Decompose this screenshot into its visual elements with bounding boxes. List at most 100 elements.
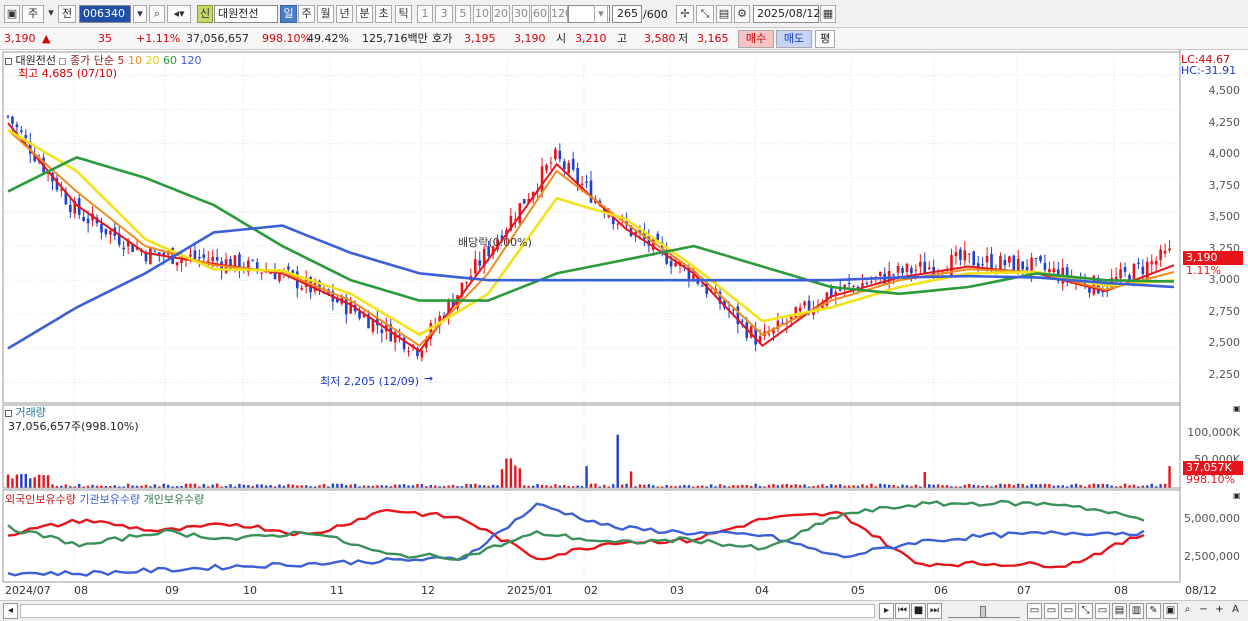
candle-body [1003, 259, 1007, 266]
volume-bar [78, 483, 81, 488]
volume-bar [1168, 466, 1171, 488]
volume-bar [260, 484, 263, 488]
market-select-main[interactable]: 주 [22, 5, 44, 23]
volume-bar [1008, 483, 1011, 488]
candle-body [847, 282, 851, 285]
trendline-tool-icon[interactable]: ⤡ [696, 5, 714, 23]
volume-bar [647, 484, 651, 488]
crosshair-icon[interactable]: ✢ [676, 5, 694, 23]
volume-bar [256, 484, 259, 488]
legend-foreign: 외국인보유수량 [5, 493, 76, 506]
interval-tab-4[interactable]: 20 [492, 5, 510, 23]
interval-tab-1[interactable]: 3 [435, 5, 453, 23]
interval-tab-7[interactable]: 120 [550, 5, 572, 23]
candle-body [149, 247, 152, 265]
candle-body [153, 251, 157, 253]
jump-last-icon[interactable]: ⏭ [927, 603, 942, 619]
volume-bar [794, 484, 797, 488]
period-tab-3[interactable]: 년 [336, 5, 353, 23]
copy-icon[interactable]: ▭ [1095, 603, 1110, 619]
volume-ratio: 998.10% [262, 32, 311, 45]
horizontal-scrollbar[interactable] [20, 604, 875, 618]
ask-price-1: 3,195 [464, 32, 496, 45]
indicator-icon[interactable]: ⤡ [1078, 603, 1093, 619]
calendar-icon[interactable]: ▦ [820, 5, 836, 23]
interval-tab-0[interactable]: 1 [417, 5, 433, 23]
layout-icon-2[interactable]: ▭ [1044, 603, 1059, 619]
search-icon[interactable]: ⌕ [149, 5, 165, 23]
interval-dropdown-icon[interactable]: ▾ [594, 5, 608, 23]
up-arrow-icon: ▲ [42, 32, 51, 45]
candle-body [260, 272, 263, 274]
candle-body [1021, 261, 1024, 270]
volume-bar [594, 483, 597, 488]
code-dropdown-icon[interactable]: ▾ [133, 5, 147, 23]
data-count-input[interactable]: 265 [612, 5, 642, 23]
layout-icon-3[interactable]: ▭ [1061, 603, 1076, 619]
chart-menu-icon[interactable]: ▣ [4, 5, 20, 23]
stop-icon[interactable]: ■ [911, 603, 926, 619]
jump-first-icon[interactable]: ⏮ [895, 603, 910, 619]
image-icon[interactable]: ▣ [1163, 603, 1178, 619]
period-tab-0[interactable]: 일 [280, 5, 297, 23]
interval-tab-6[interactable]: 60 [531, 5, 549, 23]
chart-area[interactable]: 대원전선 종가 단순 5 10 20 60 120 최고 4,685 (07/1… [0, 50, 1248, 600]
candle-body [522, 198, 526, 204]
volume-bar [785, 483, 789, 488]
zoom-in-icon[interactable]: + [1212, 603, 1227, 619]
candle-body [669, 261, 673, 267]
volume-bar [1048, 484, 1051, 488]
x-tick: 11 [330, 584, 344, 597]
interval-tab-3[interactable]: 10 [473, 5, 491, 23]
market-select-all[interactable]: 전 [58, 5, 76, 23]
speaker-icon[interactable]: ◂▾ [167, 5, 191, 23]
zoom-slider-handle[interactable] [980, 606, 986, 618]
period-tab-5[interactable]: 초 [375, 5, 392, 23]
period-tab-1[interactable]: 주 [298, 5, 315, 23]
font-size-icon[interactable]: A [1228, 603, 1243, 619]
scroll-left-icon[interactable]: ◂ [3, 603, 18, 619]
zoom-out-icon[interactable]: − [1196, 603, 1211, 619]
volume-bar [474, 483, 477, 488]
candle-body [287, 266, 290, 270]
stock-chart[interactable] [0, 50, 1248, 600]
trade-amount: 125,716백만 [362, 32, 428, 45]
period-tab-4[interactable]: 분 [356, 5, 373, 23]
stock-code-input[interactable]: 006340 [79, 5, 131, 23]
print-icon[interactable]: ▤ [1112, 603, 1127, 619]
zoom-slider[interactable] [948, 604, 1020, 618]
holding-tick-2-5m: 2,500,000 [1184, 550, 1240, 563]
low-annotation: 최저 2,205 (12/09) [320, 375, 420, 388]
price-tick: 2,750 [1208, 304, 1241, 318]
interval-tab-5[interactable]: 30 [512, 5, 530, 23]
candle-body [545, 164, 548, 171]
candle-body [109, 230, 112, 235]
candle-body [465, 281, 468, 283]
volume-bar [554, 484, 557, 488]
volume-bar [340, 483, 343, 488]
period-tab-2[interactable]: 월 [317, 5, 334, 23]
zoom-search-icon[interactable]: ⌕ [1180, 603, 1195, 619]
candle-body [1012, 255, 1016, 272]
sell-button[interactable]: 매도 [776, 30, 812, 48]
candle-body [193, 250, 197, 259]
save-icon[interactable]: ▤ [716, 5, 732, 23]
period-tab-6[interactable]: 틱 [395, 5, 412, 23]
evaluate-button[interactable]: 평 [815, 30, 835, 48]
candle-body [20, 130, 23, 133]
date-input[interactable]: 2025/08/12 [753, 5, 820, 23]
volume-bar [1017, 483, 1020, 488]
buy-button[interactable]: 매수 [738, 30, 774, 48]
draw-icon[interactable]: ✎ [1146, 603, 1161, 619]
scroll-right-icon[interactable]: ▸ [879, 603, 894, 619]
volume-panel-close-icon[interactable]: ▣ [1233, 404, 1241, 413]
settings-gear-icon[interactable]: ⚙ [734, 5, 750, 23]
volume-bar [1163, 483, 1167, 488]
layout-icon-1[interactable]: ▭ [1027, 603, 1042, 619]
volume-bar [393, 484, 397, 488]
interval-tab-2[interactable]: 5 [455, 5, 471, 23]
export-icon[interactable]: ▥ [1129, 603, 1144, 619]
candle-body [549, 162, 553, 164]
holding-panel-close-icon[interactable]: ▣ [1233, 491, 1241, 500]
market-dropdown-icon[interactable]: ▾ [46, 5, 56, 23]
